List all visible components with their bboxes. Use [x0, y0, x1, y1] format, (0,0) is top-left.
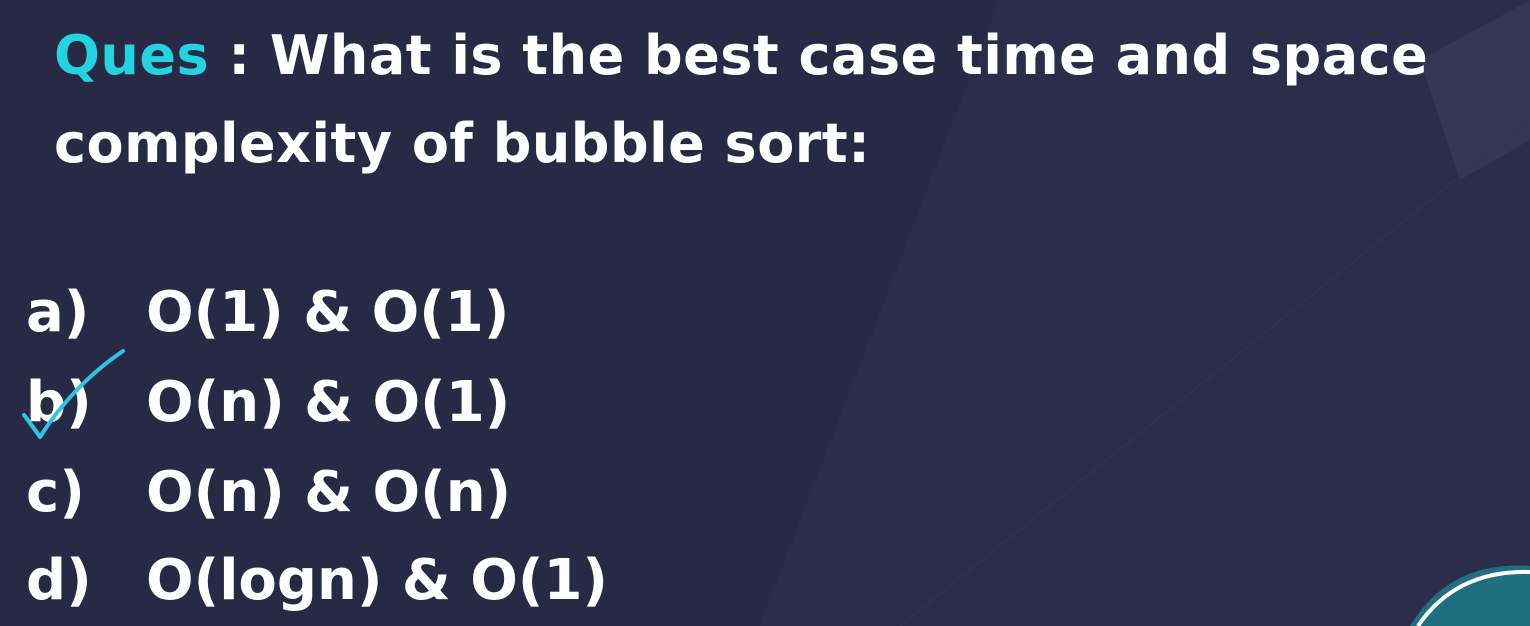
corner-logo-icon	[1410, 565, 1530, 626]
option-c[interactable]: c) O(n) & O(n)	[26, 448, 511, 538]
option-d[interactable]: d) O(logn) & O(1)	[26, 536, 608, 626]
option-c-letter: c)	[26, 460, 85, 525]
checkmark-icon	[22, 349, 125, 439]
question-prefix: Ques	[54, 24, 210, 87]
option-b-text: O(n) & O(1)	[146, 370, 511, 435]
question-text: Ques : What is the best case time and sp…	[54, 12, 1494, 188]
option-d-text: O(logn) & O(1)	[146, 548, 608, 613]
option-a-text: O(1) & O(1)	[146, 280, 510, 345]
option-d-letter: d)	[26, 548, 92, 613]
question-body: : What is the best case time and space c…	[54, 24, 1429, 175]
option-c-text: O(n) & O(n)	[146, 460, 512, 525]
